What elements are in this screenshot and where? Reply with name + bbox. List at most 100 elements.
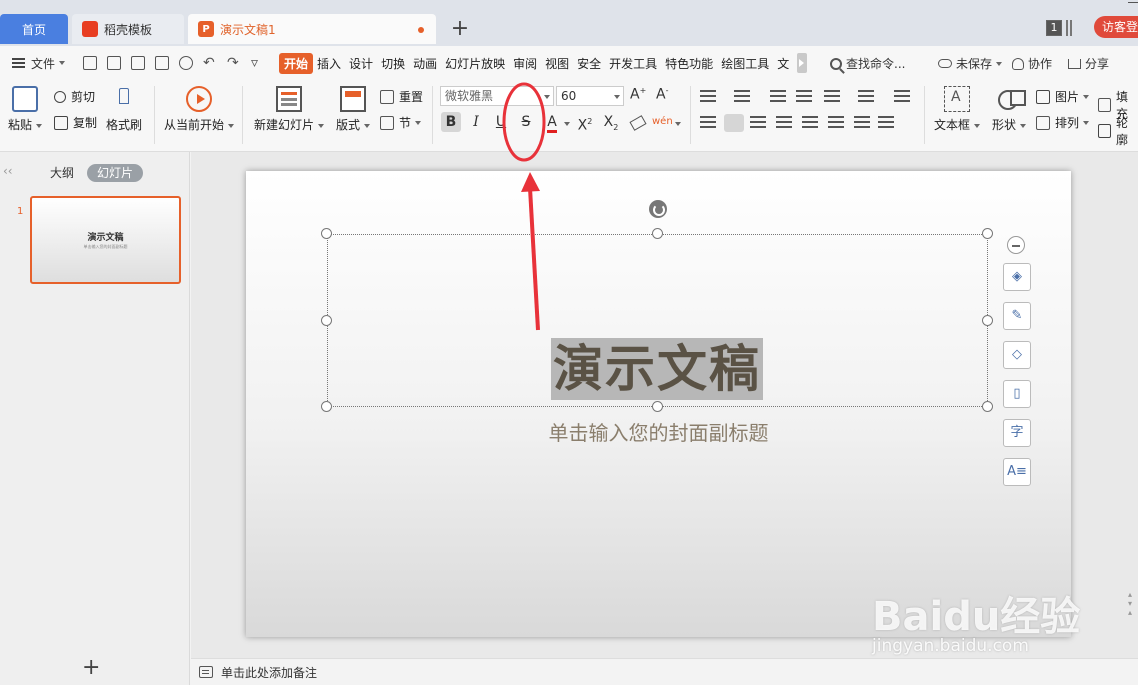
chevron-down-icon[interactable]: [564, 122, 570, 126]
tab-text-tools[interactable]: 文: [773, 55, 793, 72]
undo-icon[interactable]: ↶: [203, 56, 217, 70]
redo-icon[interactable]: ↷: [227, 56, 241, 70]
align-center-icon[interactable]: [724, 114, 744, 132]
font-size-select[interactable]: 60: [556, 86, 624, 106]
increase-font-size-button[interactable]: A+: [630, 86, 646, 103]
paragraph-settings-icon[interactable]: [878, 116, 894, 130]
char-style-float-button[interactable]: 字: [1003, 419, 1031, 447]
layout-button[interactable]: 版式: [336, 86, 371, 133]
resize-handle[interactable]: [982, 401, 993, 412]
bold-button[interactable]: B: [441, 112, 461, 132]
collapse-panel-icon[interactable]: ‹‹: [3, 164, 13, 178]
tab-security[interactable]: 安全: [573, 55, 605, 72]
superscript-button[interactable]: X2: [575, 112, 595, 134]
unsaved-button[interactable]: 未保存: [938, 55, 1003, 72]
text-direction-icon[interactable]: [824, 90, 840, 104]
tab-features[interactable]: 特色功能: [661, 55, 717, 72]
bullet-list-icon[interactable]: [700, 90, 716, 104]
tab-view[interactable]: 视图: [541, 55, 573, 72]
collaborate-button[interactable]: 协作: [1012, 55, 1052, 72]
window-switch-icon[interactable]: [1066, 20, 1072, 36]
tab-slideshow[interactable]: 幻灯片放映: [441, 55, 509, 72]
share-button[interactable]: 分享: [1068, 55, 1109, 72]
subscript-button[interactable]: X2: [601, 112, 621, 132]
pen-float-button[interactable]: ✎: [1003, 302, 1031, 330]
decrease-indent-icon[interactable]: [770, 90, 786, 104]
outline-float-button[interactable]: ▯: [1003, 380, 1031, 408]
italic-button[interactable]: I: [466, 112, 486, 132]
line-spacing-icon[interactable]: [894, 90, 910, 104]
play-from-current-button[interactable]: 从当前开始: [164, 86, 235, 133]
resize-handle[interactable]: [982, 228, 993, 239]
command-search[interactable]: 查找命令...: [830, 55, 905, 72]
numbered-list-icon[interactable]: [734, 90, 750, 104]
resize-handle[interactable]: [982, 315, 993, 326]
decrease-font-size-button[interactable]: A-: [656, 86, 668, 103]
justify-icon[interactable]: [776, 116, 792, 130]
resize-handle[interactable]: [321, 315, 332, 326]
distribute-icon[interactable]: [802, 116, 818, 130]
tab-review[interactable]: 审阅: [509, 55, 541, 72]
slides-view-tab[interactable]: 幻灯片: [87, 164, 144, 182]
tab-document[interactable]: P 演示文稿1: [188, 14, 436, 44]
tab-home[interactable]: 首页: [0, 14, 68, 44]
underline-button[interactable]: U: [491, 112, 511, 132]
paragraph-spacing-icon[interactable]: [828, 116, 844, 130]
format-painter-button[interactable]: 格式刷: [106, 86, 142, 133]
collapse-tools-icon[interactable]: [1007, 236, 1025, 254]
paste-button[interactable]: 粘贴: [8, 86, 43, 133]
customize-toolbar-icon[interactable]: ▿: [251, 56, 265, 70]
save-icon[interactable]: [107, 56, 122, 70]
resize-handle[interactable]: [321, 401, 332, 412]
minimize-icon[interactable]: [1128, 2, 1138, 3]
font-name-select[interactable]: 微软雅黑: [440, 86, 554, 106]
resize-handle[interactable]: [652, 401, 663, 412]
rotate-handle-icon[interactable]: [649, 200, 667, 218]
align-right-icon[interactable]: [750, 116, 766, 130]
tab-templates[interactable]: 稻壳模板: [72, 14, 184, 44]
fill-float-button[interactable]: ◇: [1003, 341, 1031, 369]
export-pdf-icon[interactable]: [131, 56, 146, 70]
unsaved-dot-icon[interactable]: [418, 27, 424, 33]
slide-subtitle[interactable]: 单击输入您的封面副标题: [246, 417, 1071, 446]
print-icon[interactable]: [155, 56, 170, 70]
new-tab-button[interactable]: +: [450, 16, 470, 41]
align-text-icon[interactable]: [858, 90, 874, 104]
phonetic-guide-button[interactable]: wén: [652, 112, 673, 132]
outline-button[interactable]: 轮廓: [1098, 114, 1138, 148]
print-preview-icon[interactable]: [179, 56, 194, 70]
shape-button[interactable]: 形状: [992, 86, 1027, 133]
tab-drawing-tools[interactable]: 绘图工具: [717, 55, 773, 72]
tab-insert[interactable]: 插入: [313, 55, 345, 72]
increase-indent-icon[interactable]: [796, 90, 812, 104]
tab-developer[interactable]: 开发工具: [605, 55, 661, 72]
tab-home-ribbon[interactable]: 开始: [279, 52, 314, 74]
clear-format-button[interactable]: [628, 112, 648, 132]
text-box-button[interactable]: 文本框: [934, 86, 981, 133]
picture-button[interactable]: 图片: [1036, 88, 1090, 105]
open-folder-icon[interactable]: [83, 56, 98, 70]
outline-view-tab[interactable]: 大纲: [50, 164, 74, 182]
file-menu-button[interactable]: 文件: [12, 55, 66, 72]
tab-design[interactable]: 设计: [345, 55, 377, 72]
new-slide-button[interactable]: 新建幻灯片: [254, 86, 325, 133]
guest-login-button[interactable]: 访客登: [1094, 16, 1138, 38]
section-button[interactable]: 节: [380, 114, 422, 131]
align-left-icon[interactable]: [700, 116, 716, 130]
arrange-button[interactable]: 排列: [1036, 114, 1090, 131]
tab-animations[interactable]: 动画: [409, 55, 441, 72]
text-effect-float-button[interactable]: A≡: [1003, 458, 1031, 486]
slide-thumbnail[interactable]: 演示文稿 单击输入您的封面副标题: [30, 196, 181, 284]
copy-button[interactable]: 复制: [54, 114, 97, 131]
layers-float-button[interactable]: ◈: [1003, 263, 1031, 291]
line-spacing-options-icon[interactable]: [854, 116, 870, 130]
vertical-scroll-arrows[interactable]: ▴ ▾ ▴: [1128, 590, 1132, 617]
cut-button[interactable]: 剪切: [54, 88, 95, 105]
font-color-button[interactable]: A: [542, 112, 562, 133]
slide-title[interactable]: 演示文稿: [551, 338, 763, 400]
reset-button[interactable]: 重置: [380, 88, 423, 105]
resize-handle[interactable]: [652, 228, 663, 239]
chevron-down-icon[interactable]: [675, 122, 681, 126]
more-tabs-button[interactable]: [797, 53, 808, 73]
tab-transitions[interactable]: 切换: [377, 55, 409, 72]
